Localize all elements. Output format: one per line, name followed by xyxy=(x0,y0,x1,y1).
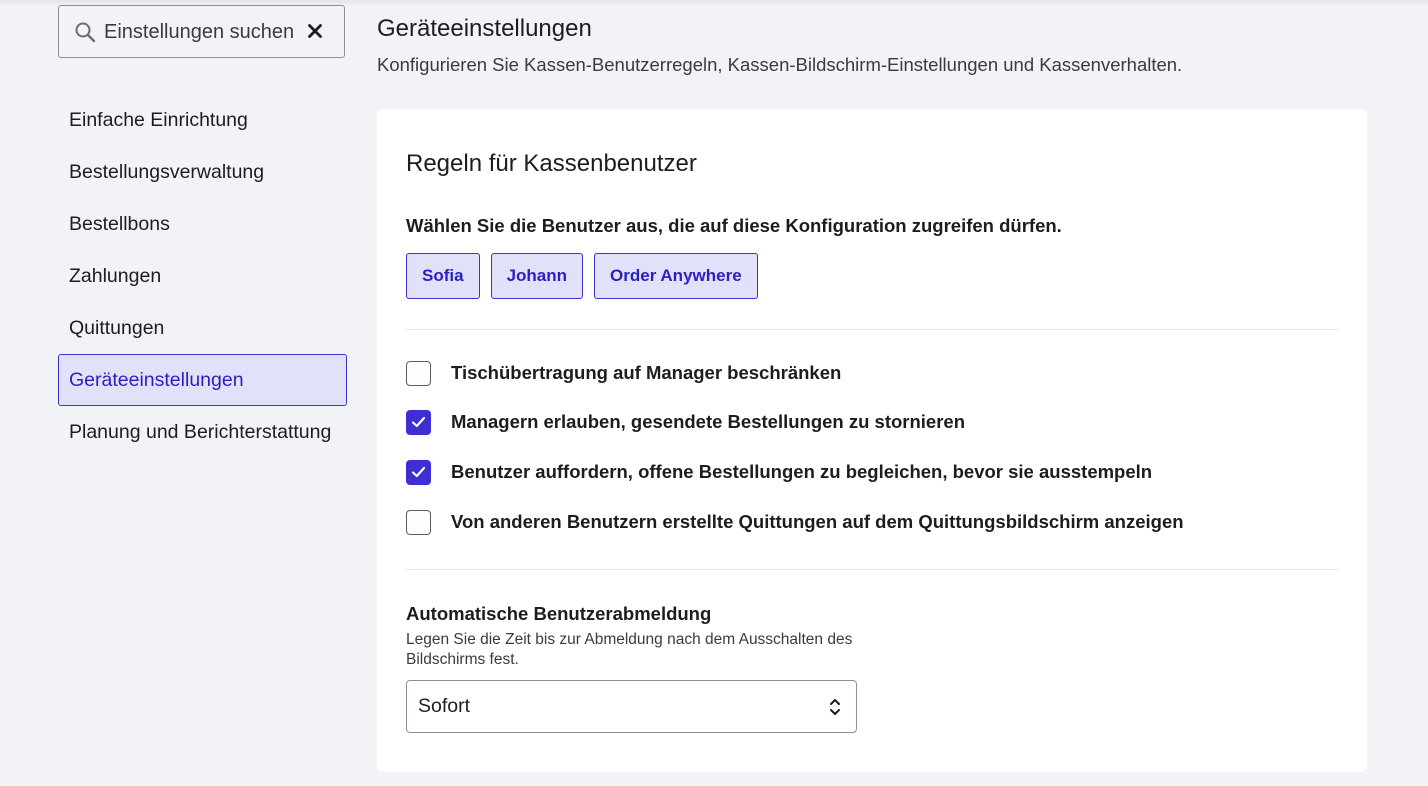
checkbox[interactable] xyxy=(406,509,431,535)
checkbox[interactable] xyxy=(406,409,431,435)
sidebar-item-bestellungsverwaltung[interactable]: Bestellungsverwaltung xyxy=(58,146,347,198)
user-chip-group: Sofia Johann Order Anywhere xyxy=(406,253,769,299)
user-chip-order-anywhere[interactable]: Order Anywhere xyxy=(594,253,758,299)
sidebar-item-zahlungen[interactable]: Zahlungen xyxy=(58,250,347,302)
auto-logout-title: Automatische Benutzerabmeldung xyxy=(406,603,712,624)
sidebar-item-geraeteeinstellungen[interactable]: Geräteeinstellungen xyxy=(58,354,347,406)
card-title: Regeln für Kassenbenutzer xyxy=(406,150,697,177)
auto-logout-description: Legen Sie die Zeit bis zur Abmeldung nac… xyxy=(406,631,853,668)
user-chip-johann[interactable]: Johann xyxy=(490,253,584,299)
chevron-up-down-icon xyxy=(830,699,840,715)
divider xyxy=(406,569,1338,570)
sidebar-item-planung-berichterstattung[interactable]: Planung und Berichterstattung xyxy=(58,406,347,458)
search-input[interactable] xyxy=(104,16,294,48)
check-icon xyxy=(411,466,426,478)
checkbox[interactable] xyxy=(406,459,431,485)
user-chip-sofia[interactable]: Sofia xyxy=(406,253,480,299)
check-icon xyxy=(411,416,426,428)
option-prompt-settle-open-orders[interactable]: Benutzer auffordern, offene Bestellungen… xyxy=(406,459,1152,485)
close-icon[interactable] xyxy=(304,20,326,42)
sidebar-item-bestellbons[interactable]: Bestellbons xyxy=(58,198,347,250)
option-label: Von anderen Benutzern erstellte Quittung… xyxy=(451,511,1184,532)
option-show-others-receipts[interactable]: Von anderen Benutzern erstellte Quittung… xyxy=(406,509,1184,535)
select-value: Sofort xyxy=(418,695,471,717)
page-title: Geräteeinstellungen xyxy=(377,15,592,42)
cash-user-rules-card: Regeln für Kassenbenutzer Wählen Sie die… xyxy=(377,109,1367,772)
option-allow-cancel-sent-orders[interactable]: Managern erlauben, gesendete Bestellunge… xyxy=(406,409,965,435)
sidebar-item-quittungen[interactable]: Quittungen xyxy=(58,302,347,354)
settings-search[interactable] xyxy=(58,5,345,58)
option-restrict-table-transfer[interactable]: Tischübertragung auf Manager beschränken xyxy=(406,360,841,386)
settings-sidebar: Einfache Einrichtung Bestellungsverwaltu… xyxy=(58,94,347,458)
users-label: Wählen Sie die Benutzer aus, die auf die… xyxy=(406,215,1062,236)
divider xyxy=(406,329,1338,330)
auto-logout-select[interactable]: Sofort xyxy=(406,680,857,733)
option-label: Tischübertragung auf Manager beschränken xyxy=(451,362,842,383)
page-subtitle: Konfigurieren Sie Kassen-Benutzerregeln,… xyxy=(377,54,1183,75)
option-label: Managern erlauben, gesendete Bestellunge… xyxy=(451,411,966,432)
sidebar-item-einfache-einrichtung[interactable]: Einfache Einrichtung xyxy=(58,94,347,146)
search-icon xyxy=(75,22,96,43)
checkbox[interactable] xyxy=(406,360,431,386)
option-label: Benutzer auffordern, offene Bestellungen… xyxy=(451,461,1153,482)
